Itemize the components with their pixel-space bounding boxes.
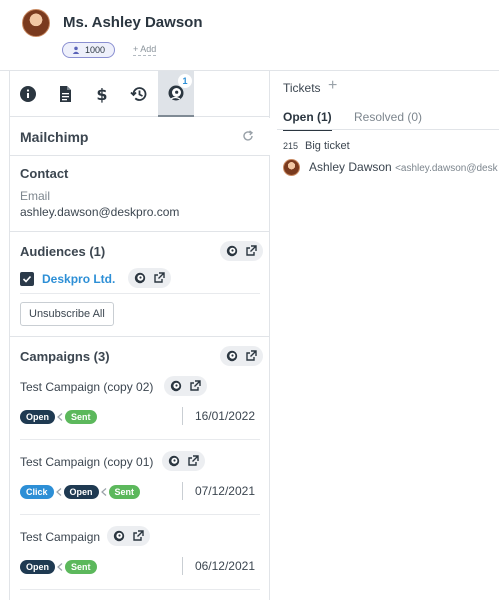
- tab-notes[interactable]: [47, 71, 83, 117]
- status-open-chip: Open: [63, 485, 99, 499]
- contact-header: Ms. Ashley Dawson 1000 + Add: [0, 0, 499, 71]
- audience-divider: [20, 293, 260, 294]
- external-link-icon[interactable]: [189, 380, 201, 392]
- audience-link[interactable]: Deskpro Ltd.: [42, 272, 115, 286]
- status-open-chip: Open: [20, 410, 56, 424]
- document-icon: [60, 86, 71, 102]
- chevron-left-icon: [55, 560, 65, 574]
- mailchimp-icon[interactable]: [226, 245, 238, 257]
- campaign-date: 06/12/2021: [194, 559, 255, 573]
- mailchimp-icon[interactable]: [168, 455, 180, 467]
- external-link-icon[interactable]: [187, 455, 199, 467]
- chevron-left-icon: [54, 485, 64, 499]
- tab-bar: $ 1: [10, 71, 270, 117]
- add-ticket-button[interactable]: +: [328, 77, 337, 95]
- campaign-status-chips: Open Sent: [20, 560, 97, 574]
- dollar-icon: $: [96, 85, 107, 103]
- info-icon: [20, 86, 36, 102]
- add-label-button[interactable]: + Add: [133, 44, 157, 56]
- notification-badge: 1: [178, 74, 192, 88]
- status-click-chip: Click: [20, 485, 54, 499]
- mailchimp-icon[interactable]: [226, 350, 238, 362]
- campaign-date: 07/12/2021: [194, 484, 255, 498]
- tab-resolved-tickets[interactable]: Resolved (0): [354, 110, 422, 124]
- ticket-person: Ashley Dawson <ashley.dawson@desk: [309, 160, 498, 174]
- external-link-icon[interactable]: [132, 530, 144, 542]
- audiences-action-pill: [220, 241, 263, 261]
- contact-name: Ms. Ashley Dawson: [63, 14, 203, 31]
- external-link-icon[interactable]: [245, 350, 257, 362]
- tab-mailchimp[interactable]: 1: [158, 71, 194, 117]
- tab-history[interactable]: [121, 71, 157, 117]
- email-label: Email: [20, 189, 51, 203]
- campaign-divider: [20, 589, 260, 590]
- tab-open-tickets[interactable]: Open (1): [283, 110, 332, 131]
- tab-billing[interactable]: $: [84, 71, 120, 117]
- campaign-divider: [20, 514, 260, 515]
- ticket-id: 215: [283, 141, 299, 151]
- tickets-panel: Tickets + Open (1) Resolved (0) 215 Big …: [271, 71, 499, 600]
- person-icon: [72, 46, 80, 54]
- date-separator: [182, 557, 183, 575]
- chevron-left-icon: [55, 410, 65, 424]
- status-sent-chip: Sent: [108, 485, 141, 499]
- ticket-subject[interactable]: Big ticket: [305, 140, 350, 152]
- campaign-status-chips: Open Sent: [20, 410, 97, 424]
- email-value: ashley.dawson@deskpro.com: [20, 205, 180, 219]
- mailchimp-icon[interactable]: [113, 530, 125, 542]
- history-icon: [130, 87, 147, 101]
- contact-avatar: [22, 9, 50, 37]
- refresh-icon[interactable]: [242, 130, 254, 142]
- ticket-person-name: Ashley Dawson: [309, 160, 392, 174]
- check-icon: [22, 275, 32, 283]
- audience-checkbox[interactable]: [20, 272, 34, 286]
- mailchimp-icon[interactable]: [170, 380, 182, 392]
- campaigns-action-pill: [220, 346, 263, 366]
- unsubscribe-all-button[interactable]: Unsubscribe All: [20, 302, 114, 326]
- ticket-person-email: <ashley.dawson@desk: [395, 163, 498, 174]
- app-panel: $ 1 Mailchimp Contact Email ashley.dawso…: [9, 71, 270, 600]
- campaign-status-chips: Click Open Sent: [20, 485, 141, 499]
- campaign-action-pill: [107, 526, 150, 546]
- status-sent-chip: Sent: [65, 560, 97, 574]
- campaign-name[interactable]: Test Campaign (copy 01): [20, 455, 153, 469]
- external-link-icon[interactable]: [245, 245, 257, 257]
- mailchimp-icon[interactable]: [134, 272, 146, 284]
- campaign-name[interactable]: Test Campaign: [20, 530, 100, 544]
- app-header: Mailchimp: [10, 118, 270, 156]
- ticket-avatar: [283, 159, 300, 176]
- tabs-divider: [277, 129, 499, 130]
- campaigns-section-title: Campaigns (3): [20, 349, 110, 364]
- points-badge: 1000: [62, 42, 115, 58]
- app-title: Mailchimp: [20, 129, 89, 145]
- date-separator: [182, 407, 183, 425]
- chevron-left-icon: [99, 485, 109, 499]
- campaign-date: 16/01/2022: [194, 409, 255, 423]
- campaign-name[interactable]: Test Campaign (copy 02): [20, 380, 153, 394]
- date-separator: [182, 482, 183, 500]
- contact-section-title: Contact: [20, 166, 69, 181]
- campaign-action-pill: [164, 376, 207, 396]
- external-link-icon[interactable]: [153, 272, 165, 284]
- points-value: 1000: [84, 45, 106, 55]
- section-divider: [10, 231, 270, 232]
- campaign-divider: [20, 439, 260, 440]
- tickets-title: Tickets: [283, 81, 321, 95]
- section-divider: [10, 336, 270, 337]
- svg-text:$: $: [96, 85, 107, 103]
- tab-info[interactable]: [10, 71, 46, 117]
- status-open-chip: Open: [20, 560, 56, 574]
- audiences-section-title: Audiences (1): [20, 244, 106, 259]
- status-sent-chip: Sent: [65, 410, 97, 424]
- audience-action-pill: [128, 268, 171, 288]
- campaign-action-pill: [162, 451, 205, 471]
